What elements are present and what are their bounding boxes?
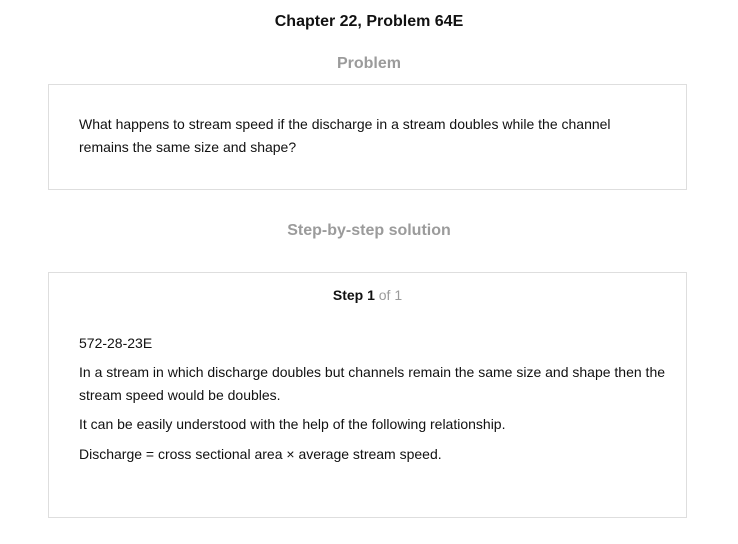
solution-paragraph-3: Discharge = cross sectional area × avera… xyxy=(79,446,442,462)
step-header: Step 1 of 1 xyxy=(49,286,686,304)
solution-heading: Step-by-step solution xyxy=(287,222,451,239)
page-title: Chapter 22, Problem 64E xyxy=(274,13,464,30)
step-count: of 1 xyxy=(378,287,403,303)
solution-paragraph-2: It can be easily understood with the hel… xyxy=(79,416,506,432)
solution-paragraph-1: In a stream in which discharge doubles b… xyxy=(79,364,666,403)
solution-box: Step 1 of 1 572-28-23E In a stream in wh… xyxy=(48,272,687,518)
solution-code: 572-28-23E xyxy=(79,335,153,351)
step-label: Step 1 xyxy=(332,287,375,303)
problem-heading: Problem xyxy=(336,55,401,72)
problem-box: What happens to stream speed if the disc… xyxy=(48,84,687,190)
problem-text: What happens to stream speed if the disc… xyxy=(79,116,611,155)
